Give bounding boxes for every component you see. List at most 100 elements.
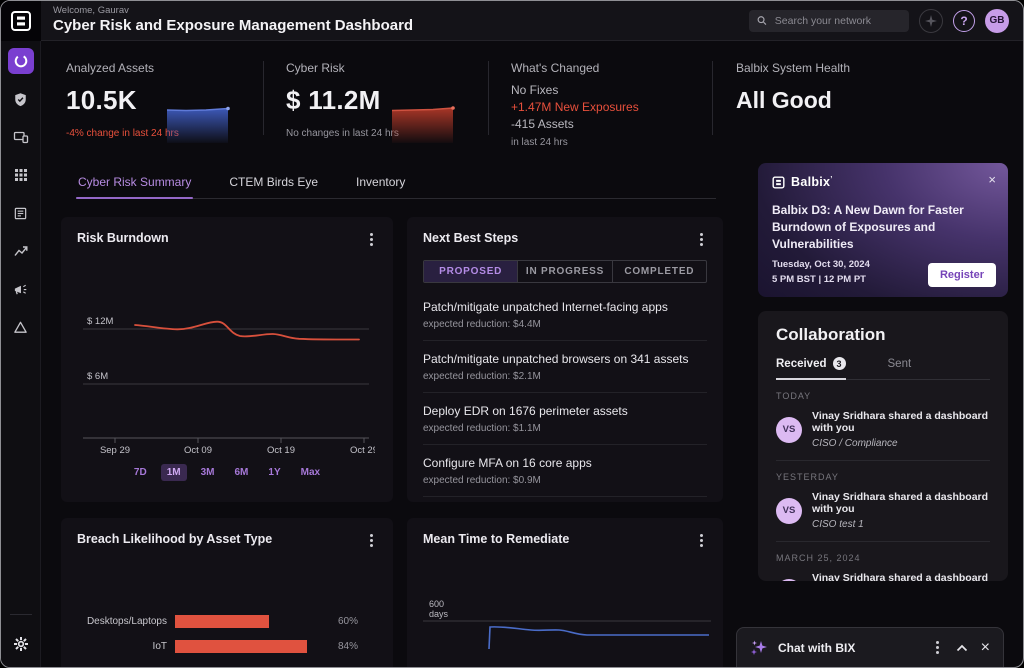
sidebar-item-dashboard[interactable]: [8, 48, 34, 74]
brand-name: Balbix’: [791, 175, 833, 189]
chat-with-bix-bar[interactable]: Chat with BIX ×: [736, 627, 1004, 667]
balbix-d3-promo-card: Balbix’ × Balbix D3: A New Dawn for Fast…: [758, 163, 1008, 297]
step-title: Patch/mitigate unpatched Internet-facing…: [423, 300, 707, 314]
bar-iot[interactable]: [175, 640, 307, 653]
close-icon[interactable]: ×: [988, 173, 996, 186]
panel-title: Breach Likelihood by Asset Type: [77, 532, 272, 546]
tab-ctem-birds-eye[interactable]: CTEM Birds Eye: [227, 169, 320, 198]
gear-icon: [13, 636, 29, 652]
breach-bars-chart: Desktops/Laptops 60% IoT 84%: [77, 615, 377, 653]
tab-received[interactable]: Received 3: [776, 357, 846, 380]
mttr-chart: [423, 619, 713, 649]
stat-whats-changed[interactable]: What's Changed No Fixes +1.47M New Expos…: [489, 61, 713, 157]
ai-sparkle-button[interactable]: [919, 9, 943, 33]
avatar: VS: [776, 579, 802, 582]
collaboration-panel: Collaboration Received 3 Sent TODAY VS V…: [758, 311, 1008, 581]
header-titles: Welcome, Gaurav Cyber Risk and Exposure …: [53, 6, 413, 35]
chat-close-icon[interactable]: ×: [981, 640, 990, 656]
sidebar-item-settings[interactable]: [8, 631, 34, 657]
report-list-icon: [13, 206, 28, 221]
y-tick-value: 600: [429, 599, 707, 609]
sidebar-item-reports[interactable]: [8, 200, 34, 226]
shield-check-icon: [13, 92, 28, 107]
list-item[interactable]: Configure MFA on 16 core apps expected r…: [423, 445, 707, 497]
promo-headline: Balbix D3: A New Dawn for Faster Burndow…: [772, 202, 994, 253]
list-item[interactable]: VS Vinay Sridhara shared a dashboard wit…: [776, 491, 990, 530]
top-header: Welcome, Gaurav Cyber Risk and Exposure …: [1, 1, 1023, 41]
group-date: YESTERDAY: [776, 472, 990, 482]
promo-brand: Balbix’: [772, 175, 994, 189]
tab-sent[interactable]: Sent: [888, 357, 912, 379]
stat-analyzed-assets[interactable]: Analyzed Assets 10.5K -4% change in last…: [41, 61, 264, 157]
group-date: MARCH 25, 2024: [776, 553, 990, 563]
range-max[interactable]: Max: [295, 464, 326, 481]
range-6m[interactable]: 6M: [229, 464, 255, 481]
list-item[interactable]: VS Vinay Sridhara shared a dashboard wit…: [776, 572, 990, 581]
changed-assets: -415 Assets: [511, 116, 713, 133]
sidebar-item-alerts[interactable]: [8, 314, 34, 340]
page-title: Cyber Risk and Exposure Management Dashb…: [53, 18, 413, 35]
panel-menu-icon[interactable]: [366, 231, 377, 248]
step-title: Patch/mitigate unpatched browsers on 341…: [423, 352, 707, 366]
changed-exposures: +1.47M New Exposures: [511, 99, 713, 116]
stat-label: What's Changed: [511, 61, 713, 75]
dashboard-center-column: Cyber Risk Summary CTEM Birds Eye Invent…: [41, 157, 748, 667]
panel-menu-icon[interactable]: [696, 532, 707, 549]
avatar: VS: [776, 498, 802, 524]
risk-burndown-line: [135, 322, 359, 340]
promo-datetime: Tuesday, Oct 30, 2024 5 PM BST | 12 PM P…: [772, 257, 870, 287]
list-item[interactable]: Patch/mitigate unpatched Internet-facing…: [423, 289, 707, 341]
panel-title: Risk Burndown: [77, 231, 169, 245]
panel-menu-icon[interactable]: [696, 231, 707, 248]
x-tick-0: Sep 29: [100, 445, 130, 456]
list-item[interactable]: Deploy EDR on 1676 perimeter assets expe…: [423, 393, 707, 445]
balbix-logo-icon: [772, 176, 785, 189]
search-icon: [757, 15, 767, 26]
bar-category: Desktops/Laptops: [77, 616, 175, 627]
bar-value: 60%: [338, 616, 358, 627]
tab-completed[interactable]: COMPLETED: [612, 261, 706, 282]
chevron-up-icon[interactable]: [956, 644, 968, 652]
stat-label: Analyzed Assets: [66, 61, 264, 75]
stat-cyber-risk[interactable]: Cyber Risk $ 11.2M No changes in last 24…: [264, 61, 489, 157]
help-button[interactable]: ?: [953, 10, 975, 32]
triangle-alert-icon: [13, 320, 28, 335]
range-1m[interactable]: 1M: [161, 464, 187, 481]
stat-label: Cyber Risk: [286, 61, 489, 75]
sidebar-item-devices[interactable]: [8, 124, 34, 150]
range-7d[interactable]: 7D: [128, 464, 153, 481]
kpi-stats-row: Analyzed Assets 10.5K -4% change in last…: [41, 41, 1023, 157]
tab-inventory[interactable]: Inventory: [354, 169, 407, 198]
chat-menu-icon[interactable]: [932, 639, 943, 656]
network-search[interactable]: [749, 10, 909, 32]
balbix-logo[interactable]: [1, 1, 41, 41]
sidebar-item-trends[interactable]: [8, 238, 34, 264]
header-actions: ? GB: [749, 9, 1023, 33]
sidebar-item-apps-grid[interactable]: [8, 162, 34, 188]
bar-desktops[interactable]: [175, 615, 269, 628]
list-item[interactable]: VS Vinay Sridhara shared a dashboard wit…: [776, 410, 990, 449]
dashboard-tabs: Cyber Risk Summary CTEM Birds Eye Invent…: [76, 169, 716, 199]
panel-title: Mean Time to Remediate: [423, 532, 569, 546]
panel-menu-icon[interactable]: [366, 532, 377, 549]
mttr-y-tick: 600 days: [429, 599, 707, 619]
range-1y[interactable]: 1Y: [262, 464, 286, 481]
promo-date: Tuesday, Oct 30, 2024: [772, 257, 870, 272]
stat-system-health[interactable]: Balbix System Health All Good: [713, 61, 1023, 157]
register-button[interactable]: Register: [928, 263, 996, 287]
welcome-text: Welcome, Gaurav: [53, 6, 413, 16]
group-date: TODAY: [776, 391, 990, 401]
user-avatar[interactable]: GB: [985, 9, 1009, 33]
risk-burndown-chart: $ 12M $ 6M Sep 29 Oct 09: [77, 248, 375, 458]
stat-value: All Good: [736, 87, 1023, 114]
tab-proposed[interactable]: PROPOSED: [424, 261, 517, 282]
list-item[interactable]: Patch/mitigate unpatched browsers on 341…: [423, 341, 707, 393]
sidebar-item-risk-posture[interactable]: [8, 86, 34, 112]
dashboard-gauge-icon: [13, 53, 29, 69]
range-3m[interactable]: 3M: [195, 464, 221, 481]
tab-in-progress[interactable]: IN PROGRESS: [517, 261, 611, 282]
megaphone-icon: [13, 282, 28, 297]
search-input[interactable]: [773, 14, 901, 28]
sidebar-item-announcements[interactable]: [8, 276, 34, 302]
tab-cyber-risk-summary[interactable]: Cyber Risk Summary: [76, 169, 193, 198]
